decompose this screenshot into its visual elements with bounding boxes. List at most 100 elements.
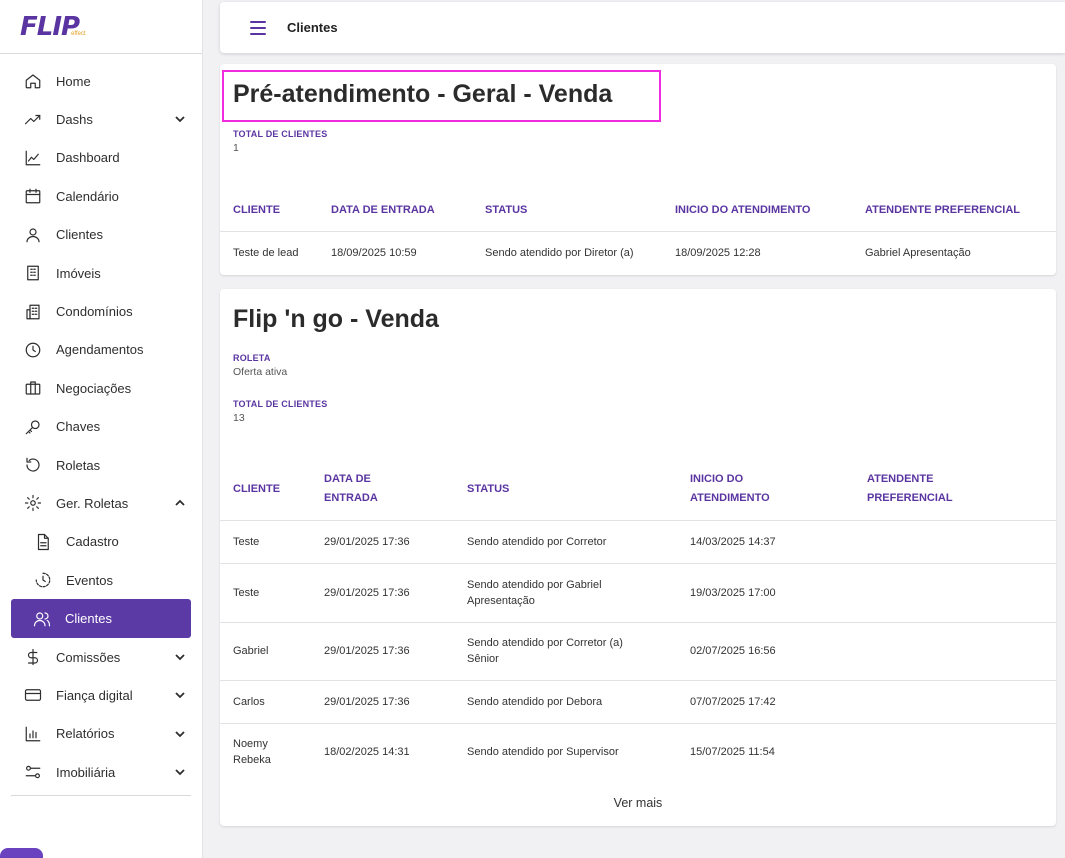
col-header-cliente[interactable]: CLIENTE xyxy=(220,190,331,231)
sidebar-item-clientes-active[interactable]: Clientes xyxy=(11,599,191,638)
sidebar-item-dashs[interactable]: Dashs xyxy=(0,100,202,138)
history-icon xyxy=(34,571,52,589)
sidebar-item-label: Home xyxy=(56,73,91,89)
trending-up-icon xyxy=(24,111,42,129)
table-row[interactable]: Teste 29/01/2025 17:36 Sendo atendido po… xyxy=(220,519,1056,563)
cell-atendente-preferencial xyxy=(867,519,1056,563)
chevron-down-icon[interactable] xyxy=(174,689,186,701)
total-clientes-label: TOTAL DE CLIENTES xyxy=(233,399,328,409)
briefcase-icon xyxy=(24,379,42,397)
table-row[interactable]: Gabriel 29/01/2025 17:36 Sendo atendido … xyxy=(220,621,1056,680)
col-header-atendente-preferencial[interactable]: ATENDENTE PREFERENCIAL xyxy=(867,459,1056,520)
total-clientes-label: TOTAL DE CLIENTES xyxy=(233,129,328,139)
col-header-inicio-atendimento[interactable]: INICIO DO ATENDIMENTO xyxy=(675,190,865,231)
col-header-cliente[interactable]: CLIENTE xyxy=(220,459,324,520)
cell-cliente: Carlos xyxy=(220,679,324,723)
sidebar-item-label: Relatórios xyxy=(56,726,115,742)
cell-inicio-atendimento: 19/03/2025 17:00 xyxy=(690,562,867,622)
cell-cliente: Teste xyxy=(220,562,324,622)
sidebar-item-relatorios[interactable]: Relatórios xyxy=(0,715,202,753)
table-row[interactable]: Teste 29/01/2025 17:36 Sendo atendido po… xyxy=(220,562,1056,622)
table-row[interactable]: Carlos 29/01/2025 17:36 Sendo atendido p… xyxy=(220,679,1056,723)
sidebar-item-agendamentos[interactable]: Agendamentos xyxy=(0,331,202,369)
cell-data-entrada: 18/09/2025 10:59 xyxy=(331,230,485,274)
roleta-card-pre-atendimento: Pré-atendimento - Geral - Venda TOTAL DE… xyxy=(220,64,1056,275)
table-row[interactable]: Teste de lead 18/09/2025 10:59 Sendo ate… xyxy=(220,230,1056,274)
cell-cliente: Gabriel xyxy=(220,621,324,680)
cell-inicio-atendimento: 02/07/2025 16:56 xyxy=(690,621,867,680)
roleta-label: ROLETA xyxy=(233,353,271,363)
sidebar-item-label: Chaves xyxy=(56,419,101,435)
sidebar-item-comissoes[interactable]: Comissões xyxy=(0,638,202,676)
chevron-up-icon[interactable] xyxy=(174,497,186,509)
sidebar-item-label: Clientes xyxy=(56,227,103,243)
line-chart-icon xyxy=(24,149,42,167)
sidebar-item-calendario[interactable]: Calendário xyxy=(0,177,202,215)
sidebar-item-label: Dashs xyxy=(56,112,93,128)
chevron-down-icon[interactable] xyxy=(174,651,186,663)
sidebar-item-cadastro[interactable]: Cadastro xyxy=(0,523,202,561)
ver-mais-button[interactable]: Ver mais xyxy=(220,781,1056,826)
cell-status: Sendo atendido por Debora xyxy=(467,679,690,723)
card-title: Pré-atendimento - Geral - Venda xyxy=(233,80,613,108)
calendar-icon xyxy=(24,187,42,205)
sidebar: FLIP effect Home Dashs Dashboard Calendá… xyxy=(0,0,203,858)
chevron-down-icon[interactable] xyxy=(174,728,186,740)
cell-cliente: Teste xyxy=(220,519,324,563)
sidebar-item-home[interactable]: Home xyxy=(0,62,202,100)
roleta-card-flip-n-go: Flip 'n go - Venda ROLETA Oferta ativa T… xyxy=(220,289,1056,826)
logo[interactable]: FLIP effect xyxy=(0,0,202,54)
col-header-data-entrada[interactable]: DATA DE ENTRADA xyxy=(324,459,467,520)
sidebar-item-dashboard[interactable]: Dashboard xyxy=(0,139,202,177)
sidebar-divider xyxy=(11,795,191,797)
chevron-down-icon[interactable] xyxy=(174,766,186,778)
clock-icon xyxy=(24,341,42,359)
sidebar-item-label: Comissões xyxy=(56,649,121,665)
cell-data-entrada: 18/02/2025 14:31 xyxy=(324,722,467,781)
clientes-table: CLIENTE DATA DE ENTRADA STATUS INICIO DO… xyxy=(220,190,1056,274)
col-header-data-entrada[interactable]: DATA DE ENTRADA xyxy=(331,190,485,231)
sidebar-item-label: Ger. Roletas xyxy=(56,495,129,511)
table-row[interactable]: Noemy Rebeka 18/02/2025 14:31 Sendo aten… xyxy=(220,722,1056,781)
sidebar-item-label: Imobiliária xyxy=(56,764,116,780)
sidebar-nav: Home Dashs Dashboard Calendário Clientes… xyxy=(0,54,202,797)
sidebar-item-imobiliaria[interactable]: Imobiliária xyxy=(0,753,202,791)
key-icon xyxy=(24,418,42,436)
sidebar-item-ger-roletas[interactable]: Ger. Roletas xyxy=(0,484,202,522)
cell-status: Sendo atendido por Corretor xyxy=(467,519,690,563)
col-header-status[interactable]: STATUS xyxy=(467,459,690,520)
col-header-inicio-atendimento[interactable]: INICIO DO ATENDIMENTO xyxy=(690,459,867,520)
home-icon xyxy=(24,72,42,90)
sidebar-item-label: Cadastro xyxy=(66,534,119,550)
table-header-row: CLIENTE DATA DE ENTRADA STATUS INICIO DO… xyxy=(220,190,1056,231)
col-header-status[interactable]: STATUS xyxy=(485,190,675,231)
sidebar-item-label: Dashboard xyxy=(56,150,120,166)
cell-atendente-preferencial xyxy=(867,562,1056,622)
cell-data-entrada: 29/01/2025 17:36 xyxy=(324,621,467,680)
sidebar-item-roletas[interactable]: Roletas xyxy=(0,446,202,484)
sidebar-item-imoveis[interactable]: Imóveis xyxy=(0,254,202,292)
cell-cliente: Teste de lead xyxy=(220,230,331,274)
clientes-table: CLIENTE DATA DE ENTRADA STATUS INICIO DO… xyxy=(220,459,1056,781)
sidebar-item-condominios[interactable]: Condomínios xyxy=(0,292,202,330)
col-header-atendente-preferencial[interactable]: ATENDENTE PREFERENCIAL xyxy=(865,190,1056,231)
card-title: Flip 'n go - Venda xyxy=(233,305,439,333)
cell-atendente-preferencial xyxy=(867,722,1056,781)
sidebar-item-negociacoes[interactable]: Negociações xyxy=(0,369,202,407)
sidebar-item-label: Roletas xyxy=(56,457,101,473)
sidebar-item-chaves[interactable]: Chaves xyxy=(0,408,202,446)
sidebar-item-eventos[interactable]: Eventos xyxy=(0,561,202,599)
chevron-down-icon[interactable] xyxy=(174,113,186,125)
users-icon xyxy=(33,610,51,628)
sidebar-item-label: Negociações xyxy=(56,380,132,396)
cell-status: Sendo atendido por Supervisor xyxy=(467,722,690,781)
credit-card-icon xyxy=(24,686,42,704)
menu-icon[interactable] xyxy=(250,20,266,35)
condo-icon xyxy=(24,303,42,321)
total-clientes-value: 1 xyxy=(233,142,239,154)
sidebar-item-fianca-digital[interactable]: Fiança digital xyxy=(0,676,202,714)
help-tab[interactable] xyxy=(0,848,43,858)
cell-inicio-atendimento: 14/03/2025 14:37 xyxy=(690,519,867,563)
sidebar-item-clientes[interactable]: Clientes xyxy=(0,216,202,254)
logo-text: FLIP xyxy=(20,11,80,42)
